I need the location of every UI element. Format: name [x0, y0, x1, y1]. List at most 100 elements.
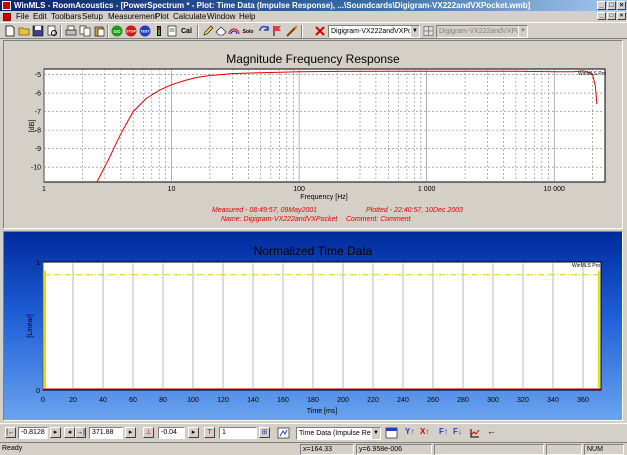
- frequency-response-chart[interactable]: Magnitude Frequency Response -5-6-7-8-9-…: [4, 41, 622, 228]
- stop-button[interactable]: STOP: [125, 25, 137, 37]
- x-tick-label: 100: [293, 186, 305, 193]
- x-axis-label: Time [ms]: [307, 408, 338, 415]
- freq-down-button[interactable]: F↓: [453, 427, 462, 436]
- mdi-restore-button[interactable]: □: [607, 12, 616, 20]
- x-tick-label: 20: [69, 397, 77, 404]
- left-cursor-right-icon[interactable]: ▸: [50, 427, 61, 438]
- y-tick-label: -10: [31, 165, 41, 172]
- right-cursor-step-icon[interactable]: ▸: [125, 427, 136, 438]
- menu-file[interactable]: File: [16, 11, 29, 22]
- open-icon[interactable]: [18, 25, 30, 37]
- plot-area[interactable]: [43, 68, 606, 183]
- plot-type-combo[interactable]: Time Data (Impulse Resp ▼: [296, 427, 381, 440]
- copy-icon[interactable]: [79, 25, 91, 37]
- mdi-minimize-button[interactable]: _: [597, 12, 606, 20]
- step-field[interactable]: 1: [219, 427, 257, 439]
- y-axis-label: [dB]: [29, 120, 36, 133]
- chevron-down-icon[interactable]: ▼: [371, 428, 380, 439]
- solo-button[interactable]: Solo: [241, 25, 255, 37]
- paste-icon[interactable]: [93, 25, 105, 37]
- zoom-icon[interactable]: ⊞: [259, 427, 270, 438]
- x-tick-label: 200: [337, 397, 349, 404]
- device-combo-disabled: Digigram-VX222andVXPock ▼: [436, 25, 528, 38]
- maximize-button[interactable]: □: [607, 1, 616, 10]
- menu-edit[interactable]: Edit: [33, 11, 47, 22]
- menu-window[interactable]: Window: [207, 11, 235, 22]
- status-empty: [546, 444, 582, 455]
- zoom-box-icon[interactable]: [277, 427, 290, 439]
- mdi-close-button[interactable]: ×: [617, 12, 626, 20]
- menu-bar: File Edit Toolbars Setup Measurement Plo…: [0, 11, 627, 22]
- new-icon[interactable]: [4, 25, 16, 37]
- stop-label: STOP: [126, 30, 136, 34]
- level-field[interactable]: -0.04: [158, 427, 185, 439]
- y-axis-label: [Linear]: [27, 314, 34, 337]
- waves-icon[interactable]: [228, 25, 240, 37]
- x-axis-label: Frequency [Hz]: [300, 194, 348, 201]
- x-tick-label: 120: [217, 397, 229, 404]
- solo-label: Solo: [243, 29, 254, 35]
- time-data-chart[interactable]: Normalized Time Data 0 20 40 60 80 100 120 140 1…: [4, 232, 622, 420]
- menu-setup[interactable]: Setup: [82, 11, 103, 22]
- grid-toggle-icon[interactable]: [423, 25, 434, 37]
- flag-icon[interactable]: [272, 25, 284, 37]
- level-up-icon[interactable]: T: [204, 427, 215, 438]
- menu-calculate[interactable]: Calculate: [173, 11, 206, 22]
- load-icon[interactable]: [286, 25, 298, 37]
- edit-icon[interactable]: [202, 25, 214, 37]
- app-icon: [2, 1, 11, 10]
- level-down-icon[interactable]: ⊥: [143, 427, 154, 438]
- move-right-cursor-icon[interactable]: →|: [75, 427, 86, 438]
- x-tick-label: 40: [99, 397, 107, 404]
- x-tick-label: 80: [159, 397, 167, 404]
- move-left-cursor-icon[interactable]: |←: [5, 427, 16, 438]
- document-icon[interactable]: [3, 13, 11, 21]
- x-tick-label: 1: [42, 186, 46, 193]
- x-scale-up-button[interactable]: X↑: [420, 427, 429, 436]
- go-label: GO: [113, 29, 121, 34]
- device-combo[interactable]: Digigram-VX222andVXPock ▼: [328, 25, 420, 38]
- watermark: WinMLS Pro: [572, 263, 600, 269]
- x-tick-label: 360: [577, 397, 589, 404]
- refresh-icon[interactable]: [258, 25, 270, 37]
- level-meter-icon[interactable]: [153, 25, 165, 37]
- left-cursor-field[interactable]: -0.8128: [18, 427, 48, 439]
- x-tick-label: 10: [168, 186, 176, 193]
- status-ready: Ready: [2, 445, 23, 452]
- freq-up-button[interactable]: F↑: [439, 427, 448, 436]
- delete-icon[interactable]: [314, 25, 326, 37]
- test-button[interactable]: TEST: [139, 25, 151, 37]
- save-icon[interactable]: [32, 25, 44, 37]
- menu-help[interactable]: Help: [239, 11, 255, 22]
- level-step-icon[interactable]: ▸: [188, 427, 199, 438]
- back-button[interactable]: ←: [487, 426, 496, 436]
- name-info: Name: Digigram-VX222andVXPocket: [221, 216, 338, 223]
- y-tick-label: -9: [35, 146, 41, 153]
- right-cursor-left-icon[interactable]: ◂: [64, 427, 75, 438]
- plot-properties-icon[interactable]: [385, 427, 398, 439]
- x-tick-label: 220: [367, 397, 379, 404]
- minimize-button[interactable]: _: [597, 1, 606, 10]
- x-tick-label: 320: [517, 397, 529, 404]
- chevron-down-icon[interactable]: ▼: [410, 26, 419, 37]
- clipboard-icon[interactable]: [166, 25, 178, 37]
- toolbar-separator: [60, 25, 62, 38]
- status-x: x=164.33: [300, 444, 354, 455]
- x-tick-label: 180: [307, 397, 319, 404]
- frequency-response-plot[interactable]: Magnitude Frequency Response -5 -6 -7 -8 -9-…: [3, 40, 623, 229]
- menu-measurement[interactable]: Measurement: [108, 11, 157, 22]
- y-scale-up-button[interactable]: Y↑: [405, 427, 414, 436]
- menu-toolbars[interactable]: Toolbars: [51, 11, 81, 22]
- plot-area[interactable]: [42, 261, 602, 391]
- go-button[interactable]: GO: [111, 25, 123, 37]
- calibrate-button[interactable]: Cal: [181, 26, 195, 37]
- x-tick-label: 10 000: [544, 186, 566, 193]
- print-preview-icon[interactable]: [46, 25, 58, 37]
- menu-plot[interactable]: Plot: [155, 11, 169, 22]
- time-data-plot[interactable]: Normalized Time Data 0 20 40 60 80 100 120 140 1…: [3, 231, 623, 421]
- erase-icon[interactable]: [215, 25, 227, 37]
- axis-icon[interactable]: [469, 427, 481, 439]
- print-icon[interactable]: [65, 25, 77, 37]
- close-button[interactable]: ×: [617, 1, 626, 10]
- right-cursor-field[interactable]: 371.88: [89, 427, 123, 439]
